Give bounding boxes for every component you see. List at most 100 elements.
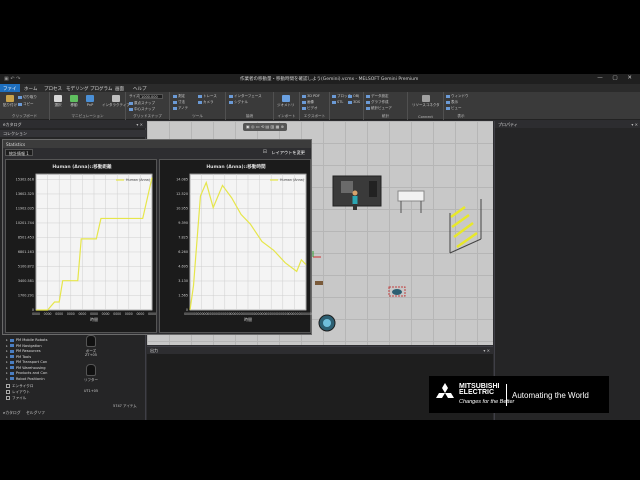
ruler-icon [173, 94, 177, 98]
statistics-title: Statistics [3, 140, 311, 148]
pin-icon[interactable]: ▾ ✕ [136, 122, 143, 127]
yellow-rack[interactable] [449, 199, 482, 254]
charging-pad[interactable] [388, 286, 406, 297]
x-tick-label: 000000 [242, 312, 254, 316]
viewport-toolbar[interactable]: ▣ ◎ ▭ ⟲ ▤ ▥ ▦ ⊕ [243, 123, 287, 131]
ribbon-group-display: ウィンドウ 表示 ビュー 表示 [444, 92, 478, 120]
note-icon [173, 106, 177, 110]
statistics-window[interactable]: Statistics 統計情報 1 ⊟ レイアウトを変更 Human (Anna… [2, 139, 312, 335]
tree-item[interactable]: ▸ Products and Con [6, 371, 47, 375]
y-tick-label: 3.130 [178, 279, 188, 283]
ribbon-group-label: グリッドスナップ [133, 114, 162, 118]
y-tick-label: 6801.163 [18, 250, 34, 254]
stats-viewer-button[interactable]: 統計ビューア [366, 106, 392, 111]
resource-connector-button[interactable]: リソースコネクタ [412, 95, 440, 108]
menu-help[interactable]: ヘルプ [133, 86, 147, 92]
tab-ecatalog[interactable]: eカタログ [3, 410, 21, 416]
x-tick-label: 000000 [219, 312, 231, 316]
ribbon-group-tools: 測定 寸法 アノテ トレース カメラ ツール [170, 92, 226, 120]
window-title: 作業者の移動量・移動時間を確認しよう(Gemini).vcmx - MELSOF… [240, 77, 419, 82]
window-controls[interactable]: — ▢ ✕ [597, 75, 636, 81]
settings-icon[interactable]: ⊟ [263, 149, 267, 155]
stl-button[interactable]: STL [332, 100, 343, 104]
trace-icon [198, 94, 202, 98]
tab-cell-graph[interactable]: セルグリフ [26, 410, 45, 416]
tab-statistics-1[interactable]: 統計情報 1 [5, 149, 33, 156]
menu-modeling[interactable]: モデリング [66, 86, 89, 92]
worker-figure[interactable] [352, 190, 358, 211]
pin-icon[interactable]: ▾ ✕ [483, 348, 490, 353]
letterbox-top [0, 0, 640, 74]
pin-icon[interactable]: ▾ ✕ [631, 122, 638, 127]
statistics-tabs: 統計情報 1 ⊟ レイアウトを変更 [3, 148, 311, 157]
interface-button[interactable]: インターフェース [229, 94, 262, 99]
create-chart-button[interactable]: グラフ作成 [366, 100, 389, 105]
select-button[interactable]: 選択 [54, 95, 62, 108]
tree-item[interactable]: ▸ PM Mobile Robots [6, 338, 47, 342]
x-axis-label: 時間 [244, 316, 252, 322]
tree-item[interactable]: ▸ PM Tools [6, 355, 31, 359]
obj-button[interactable]: OBJ [348, 94, 359, 98]
paste-button[interactable]: 貼り付け [3, 95, 17, 108]
folder-icon [9, 371, 14, 375]
menu-program[interactable]: プログラム [90, 86, 112, 92]
cut-button[interactable]: 切り取り [18, 95, 37, 100]
change-layout-button[interactable]: レイアウトを変更 [268, 149, 308, 156]
trace-button[interactable]: トレース [198, 94, 217, 99]
mobile-robot[interactable] [318, 314, 336, 332]
catalog-item[interactable]: ポーズ [80, 335, 102, 354]
menu-process[interactable]: プロセス [44, 86, 62, 92]
export-image-button[interactable]: 画像 [302, 100, 314, 105]
y-tick-label: 4.695 [178, 265, 188, 269]
catalog-item[interactable]: ZT+05 [80, 353, 102, 357]
folder-icon [9, 366, 14, 369]
tree-item[interactable]: ▸ Robot Positionin [6, 377, 45, 381]
move-button[interactable]: 移動 [70, 95, 78, 108]
mitsubishi-logo-banner: MITSUBISHI ELECTRIC Changes for the Bette… [429, 376, 609, 413]
letterbox-bottom [0, 420, 640, 480]
grid-size-input[interactable]: 1000.000 [139, 94, 163, 99]
catalog-item[interactable]: リフター [80, 364, 102, 383]
pnp-button[interactable]: PnP [86, 95, 94, 107]
geometry-button[interactable]: ジオメトリ [277, 95, 295, 108]
tree-item[interactable]: ▸ PM Resources [6, 349, 41, 353]
measure-button[interactable]: 測定 [173, 94, 185, 99]
quick-access-icons[interactable]: ▣ ↶ ↷ [4, 76, 20, 82]
filter-layout[interactable]: レイアウト [6, 390, 30, 395]
brand-tagline: Automating the World [512, 391, 589, 400]
catalog-item[interactable]: UT1+05 [80, 389, 102, 393]
filter-file[interactable]: ファイル [6, 396, 26, 401]
small-box[interactable] [315, 281, 323, 285]
window-button[interactable]: ウィンドウ [446, 94, 469, 99]
item-count: 5747 アイテム [113, 404, 137, 408]
signal-button[interactable]: シグナル [229, 100, 248, 105]
copy-button[interactable]: コピー [18, 102, 34, 107]
data-settings-button[interactable]: データ設定 [366, 94, 389, 99]
ribbon-group-label: クリップボード [11, 114, 38, 118]
origin-snap-checkbox[interactable]: 原点スナップ [129, 101, 155, 106]
export-3dpdf-button[interactable]: 3D PDF [302, 94, 320, 98]
human-figure-icon [86, 364, 96, 376]
tree-item[interactable]: ▸ PM Transport Con [6, 360, 47, 364]
filter-encyclopedia[interactable]: エンサイクロ [6, 384, 34, 389]
menu-home[interactable]: ホーム [24, 86, 37, 92]
dimension-button[interactable]: 寸法 [173, 100, 185, 105]
camera-button[interactable]: カメラ [198, 100, 214, 105]
y-tick-label: 14.085 [176, 178, 188, 182]
ribbon-group-statistics: データ設定 グラフ作成 統計ビューア 統計 [364, 92, 408, 120]
center-snap-checkbox[interactable]: 中心スナップ [129, 107, 155, 112]
folder-icon [9, 355, 14, 358]
workbench[interactable] [397, 190, 425, 213]
export-video-button[interactable]: ビデオ [302, 106, 318, 111]
view-icon [446, 106, 450, 110]
signal-icon [229, 100, 233, 104]
menu-file[interactable]: ファイル [0, 84, 20, 98]
display-button[interactable]: 表示 [446, 100, 458, 105]
tree-item[interactable]: ▸ PM Warehousing [6, 366, 46, 370]
tree-item[interactable]: ▸ PM Navigation [6, 344, 42, 348]
menu-screen[interactable]: 画面 [115, 86, 124, 92]
3ds-button[interactable]: 3DS [348, 100, 360, 104]
annotate-button[interactable]: アノテ [173, 106, 188, 111]
cursor-icon [54, 95, 62, 102]
view-button[interactable]: ビュー [446, 106, 462, 111]
